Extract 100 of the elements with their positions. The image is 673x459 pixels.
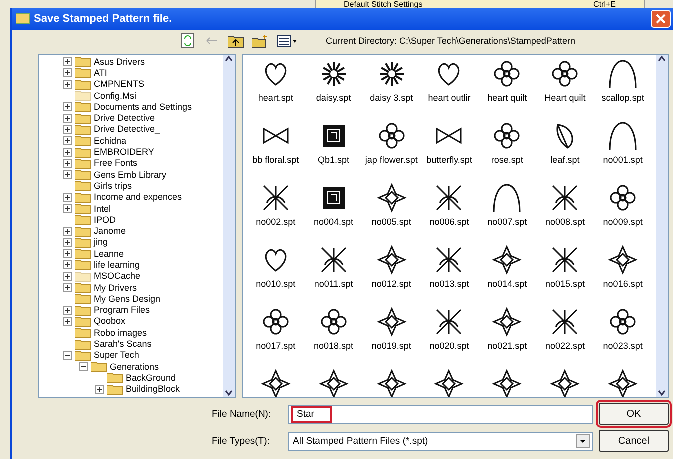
file-item[interactable]: Heart quilt	[544, 93, 586, 103]
file-item[interactable]: no008.spt	[545, 217, 585, 227]
new-folder-button[interactable]	[252, 33, 268, 49]
folder-item[interactable]: MSOCache	[94, 271, 141, 282]
folder-item[interactable]: Echidna	[94, 136, 127, 146]
pattern-icon	[492, 183, 522, 213]
folder-item[interactable]: ATI	[94, 68, 108, 78]
expand-icon[interactable]	[63, 238, 72, 247]
folder-item[interactable]: life learning	[94, 260, 140, 270]
folder-item[interactable]: Free Fonts	[94, 158, 138, 168]
file-item[interactable]: no006.spt	[430, 217, 470, 227]
folder-item[interactable]: Qoobox	[94, 316, 126, 326]
file-item[interactable]: bb floral.spt	[252, 155, 300, 165]
file-item[interactable]: no023.spt	[603, 341, 643, 351]
file-item[interactable]: no017.spt	[256, 341, 296, 351]
refresh-button[interactable]	[180, 33, 196, 49]
folder-item[interactable]: EMBROIDERY	[94, 147, 154, 158]
file-item[interactable]: butterfly.spt	[426, 155, 472, 165]
folder-item[interactable]: BackGround	[126, 372, 176, 383]
folder-item[interactable]: Super Tech	[94, 350, 140, 360]
file-item[interactable]: rose.spt	[491, 155, 524, 165]
file-item[interactable]: no009.spt	[603, 217, 643, 227]
scrollbar[interactable]	[223, 55, 235, 397]
folder-item[interactable]: IPOD	[94, 214, 116, 225]
file-item[interactable]: no014.spt	[488, 279, 528, 289]
file-item[interactable]: no007.spt	[488, 217, 528, 227]
expand-icon[interactable]	[63, 272, 72, 281]
scrollbar[interactable]	[656, 55, 668, 397]
file-item[interactable]: leaf.spt	[550, 155, 580, 165]
expand-icon[interactable]	[63, 102, 72, 112]
expand-icon[interactable]	[63, 283, 72, 292]
expand-icon[interactable]	[63, 158, 72, 168]
expand-icon[interactable]	[63, 226, 72, 236]
expand-icon[interactable]	[63, 124, 72, 134]
file-item[interactable]: heart outlir	[428, 93, 471, 103]
file-item[interactable]: no010.spt	[256, 279, 296, 289]
folder-item[interactable]: Janome	[94, 226, 126, 236]
file-item[interactable]: no018.spt	[314, 341, 354, 351]
expand-icon[interactable]	[63, 57, 72, 66]
file-type-dropdown[interactable]: All Stamped Pattern Files (*.spt)	[288, 432, 593, 450]
expand-icon[interactable]	[63, 136, 72, 146]
folder-item[interactable]: Gens Emb Library	[94, 170, 167, 180]
file-item[interactable]: no001.spt	[603, 155, 643, 165]
file-item[interactable]: no019.spt	[372, 341, 412, 351]
collapse-icon[interactable]	[63, 350, 72, 360]
expand-icon[interactable]	[63, 204, 72, 213]
folder-item[interactable]: Documents and Settings	[94, 102, 192, 112]
file-item[interactable]: heart.spt	[258, 93, 294, 103]
folder-item[interactable]: CMPNENTS	[94, 79, 145, 90]
folder-item[interactable]: Intel	[94, 204, 112, 214]
expand-icon[interactable]	[63, 316, 72, 326]
cancel-button[interactable]: Cancel	[599, 430, 669, 452]
folder-item[interactable]: BuildingBlock	[126, 384, 180, 394]
file-item[interactable]: daisy.spt	[316, 93, 352, 103]
expand-icon[interactable]	[95, 384, 104, 394]
file-item[interactable]: heart quilt	[488, 93, 528, 103]
expand-icon[interactable]	[63, 192, 72, 202]
ok-button[interactable]: OK	[599, 403, 669, 425]
expand-icon[interactable]	[63, 80, 72, 89]
folder-item[interactable]: Robo images	[94, 328, 148, 338]
folder-item[interactable]: Leanne	[94, 248, 124, 259]
file-item[interactable]: no015.spt	[545, 279, 585, 289]
folder-item[interactable]: Program Files	[94, 305, 150, 316]
expand-icon[interactable]	[63, 306, 72, 315]
folder-item[interactable]: Drive Detective_	[94, 124, 160, 134]
file-item[interactable]: no011.spt	[314, 279, 354, 289]
file-item[interactable]: no020.spt	[430, 341, 470, 351]
scroll-down-icon	[658, 389, 666, 397]
file-item[interactable]: no005.spt	[372, 217, 412, 227]
file-item[interactable]: no013.spt	[430, 279, 470, 289]
folder-item[interactable]: Asus Drivers	[94, 56, 146, 67]
close-button[interactable]	[651, 10, 671, 28]
folder-item[interactable]: Generations	[110, 362, 160, 372]
view-menu-button[interactable]	[276, 33, 298, 49]
folder-item[interactable]: Income and expences	[94, 192, 182, 202]
expand-icon[interactable]	[63, 249, 72, 258]
file-item[interactable]: no022.spt	[545, 341, 585, 351]
file-name-field[interactable]: Star	[288, 404, 593, 424]
file-item[interactable]: Qb1.spt	[318, 155, 350, 165]
folder-item[interactable]: Sarah's Scans	[94, 339, 152, 350]
file-item[interactable]: no004.spt	[314, 217, 354, 227]
expand-icon[interactable]	[63, 170, 72, 180]
file-item[interactable]: no021.spt	[488, 341, 528, 351]
file-item[interactable]: no012.spt	[372, 279, 412, 289]
file-item[interactable]: no016.spt	[603, 279, 643, 289]
file-item[interactable]: scallop.spt	[602, 93, 644, 103]
folder-item[interactable]: My Drivers	[94, 282, 137, 293]
expand-icon[interactable]	[63, 148, 72, 157]
file-item[interactable]: daisy 3.spt	[370, 93, 414, 103]
folder-item[interactable]: Config.Msi	[94, 90, 137, 101]
expand-icon[interactable]	[63, 68, 72, 78]
file-item[interactable]: no002.spt	[256, 217, 296, 227]
expand-icon[interactable]	[63, 114, 72, 123]
expand-icon[interactable]	[63, 260, 72, 270]
folder-item[interactable]: Drive Detective	[94, 113, 156, 124]
file-item[interactable]: jap flower.spt	[365, 155, 418, 165]
folder-item[interactable]: Girls trips	[94, 180, 132, 191]
folder-item[interactable]: My Gens Design	[94, 294, 161, 304]
collapse-icon[interactable]	[79, 362, 88, 372]
folder-item[interactable]: jing	[94, 237, 108, 248]
